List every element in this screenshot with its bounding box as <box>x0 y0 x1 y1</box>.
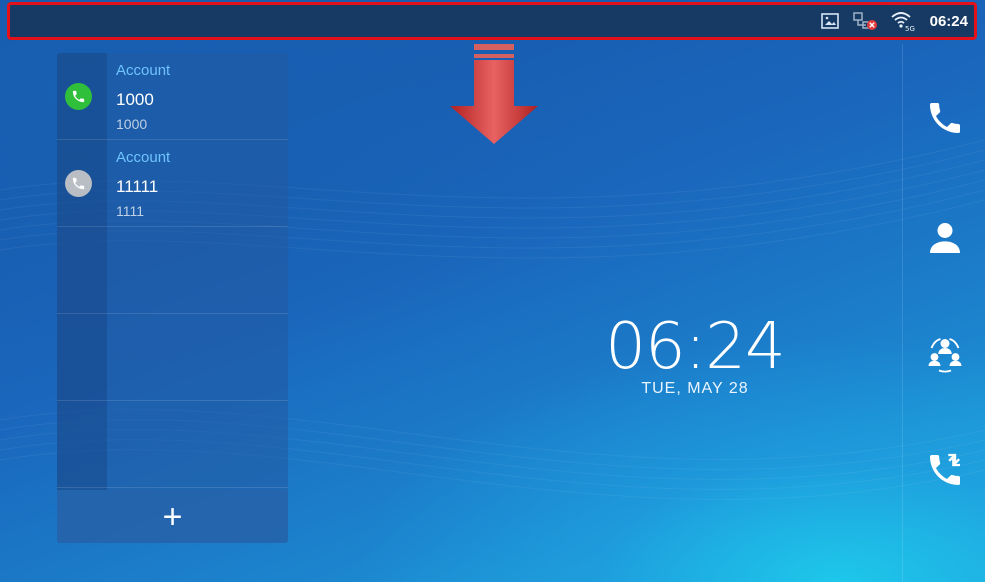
account-row-2[interactable]: Account 11111 1111 <box>57 140 288 227</box>
account-title: Account <box>116 149 171 166</box>
screenshot-icon <box>820 13 839 29</box>
call-history-button[interactable] <box>903 416 985 524</box>
status-bar[interactable]: 5G 06:24 <box>7 2 977 40</box>
account-number: 1000 <box>116 116 148 132</box>
network-disconnected-icon <box>852 12 877 30</box>
account-title: Account <box>116 62 171 79</box>
home-clock: 06:24 <box>605 310 785 384</box>
account-row-1[interactable]: Account 1000 1000 <box>57 53 288 140</box>
add-account-bar[interactable]: + <box>57 490 288 543</box>
contacts-icon <box>929 223 960 253</box>
wifi-5g-icon: 5G <box>891 12 915 32</box>
phone-icon <box>65 83 92 110</box>
account-row-empty <box>57 227 288 314</box>
accounts-panel: Account 1000 1000 Account 11111 1111 + <box>57 53 288 543</box>
pull-down-arrow <box>450 44 538 144</box>
account-row-empty <box>57 314 288 401</box>
phone-icon <box>65 170 92 197</box>
account-number: 1111 <box>116 203 145 219</box>
account-name: 11111 <box>116 177 159 196</box>
account-row-empty <box>57 401 288 488</box>
add-account-button[interactable]: + <box>163 500 183 534</box>
phone-icon <box>929 103 960 133</box>
conference-icon <box>928 338 961 373</box>
status-time: 06:24 <box>929 12 968 30</box>
right-rail <box>902 44 985 582</box>
svg-text:5G: 5G <box>905 25 915 32</box>
home-date: TUE, MAY 28 <box>641 380 749 397</box>
conference-button[interactable] <box>903 300 985 408</box>
call-history-icon <box>929 453 960 485</box>
dialer-button[interactable] <box>903 64 985 172</box>
contacts-button[interactable] <box>903 184 985 292</box>
account-name: 1000 <box>116 90 154 109</box>
home-screen: 5G 06:24 Account 1000 1000 Account 11111… <box>0 0 985 582</box>
